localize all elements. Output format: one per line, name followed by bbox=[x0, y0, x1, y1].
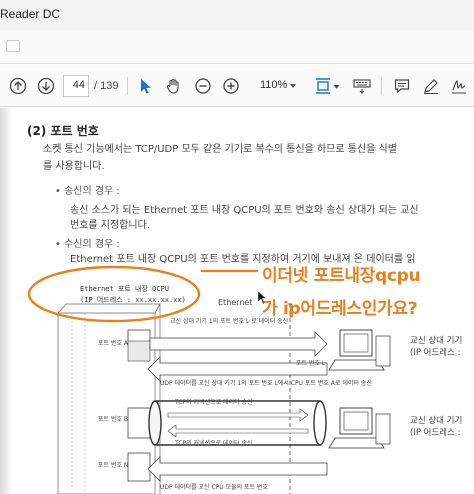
zoom-select[interactable]: 110% bbox=[250, 75, 300, 97]
pen-icon[interactable] bbox=[420, 73, 442, 99]
sign-icon[interactable] bbox=[448, 73, 470, 99]
flow-arrow-1 bbox=[149, 331, 328, 357]
flow-arrow-5 bbox=[147, 456, 328, 482]
overlay-caption-line2: 가 ip어드레스인가요? bbox=[262, 299, 418, 319]
menu-bar bbox=[0, 30, 474, 64]
toolbar-divider bbox=[127, 77, 128, 95]
flow-text-4: TCP의 커넥션으로 데이터 송신 bbox=[175, 440, 253, 447]
chevron-down-icon bbox=[290, 84, 296, 88]
keyboard-icon[interactable] bbox=[350, 73, 374, 99]
screen: Reader DC 44 / 139 110% (2) 포트 번호 소켓 통신 … bbox=[0, 0, 474, 494]
toolbar-divider bbox=[381, 77, 382, 95]
remote-computer-1 bbox=[328, 329, 391, 371]
cpu-label-line2: (IP 어드레스 : xx.xx.xx.xx) bbox=[80, 296, 186, 304]
title-bar: Reader DC bbox=[0, 0, 474, 30]
remote-computer-2 bbox=[328, 407, 391, 449]
overlay-caption-line1: 이더넷 포트내장qcpu bbox=[262, 266, 421, 286]
flow-text-2: UDP 데이터를 교신 상대 기기 1의 포트 번호 L에서 CPU 포트 번호… bbox=[160, 380, 372, 387]
remote-2-label: 교신 상대 기기 bbox=[410, 416, 463, 426]
remote-2-ip: (IP 어드레스 : bbox=[410, 428, 461, 438]
port-label-b: 포트 번호 B bbox=[98, 416, 129, 423]
toolbar: 44 / 139 110% bbox=[0, 65, 474, 107]
document-page[interactable]: (2) 포트 번호 소켓 통신 기능에서는 TCP/UDP 모두 같은 기기로 … bbox=[0, 108, 474, 494]
flow-text-3: TCP의 커넥션으로 데이터 송신 bbox=[175, 399, 253, 406]
port-n-socket bbox=[127, 452, 151, 482]
port-b-socket bbox=[127, 407, 151, 439]
port-label-l: 포트 번호 L bbox=[296, 360, 326, 367]
remote-1-ip: (IP 어드레스 : bbox=[410, 348, 461, 358]
zoom-out-icon[interactable] bbox=[192, 73, 214, 99]
page-down-icon[interactable] bbox=[34, 73, 58, 99]
ethernet-label: Ethernet bbox=[218, 298, 253, 307]
remote-1-label: 교신 상대 기기 bbox=[410, 336, 463, 346]
window-title: Reader DC bbox=[0, 7, 61, 21]
zoom-value: 110% bbox=[260, 79, 288, 91]
cpu-label-line1: Ethernet 포트 내장 QCPU bbox=[80, 285, 169, 293]
page-total: / 139 bbox=[94, 80, 119, 92]
menu-ghost-icon bbox=[6, 40, 20, 52]
zoom-in-icon[interactable] bbox=[220, 73, 242, 99]
hand-icon[interactable] bbox=[163, 73, 185, 99]
port-label-n: 포트 번호 N bbox=[98, 462, 129, 469]
flow-text-5: UDP 데이터를 교신 CPU 모듈의 포트 번호 bbox=[160, 484, 269, 491]
port-a-socket bbox=[127, 329, 151, 362]
port-label-a: 포트 번호 A bbox=[98, 340, 128, 347]
fit-page-icon[interactable] bbox=[312, 73, 342, 99]
comment-icon[interactable] bbox=[391, 73, 413, 99]
page-up-icon[interactable] bbox=[6, 73, 30, 99]
select-arrow-icon[interactable] bbox=[135, 73, 155, 99]
page-number-input[interactable]: 44 bbox=[63, 75, 89, 97]
